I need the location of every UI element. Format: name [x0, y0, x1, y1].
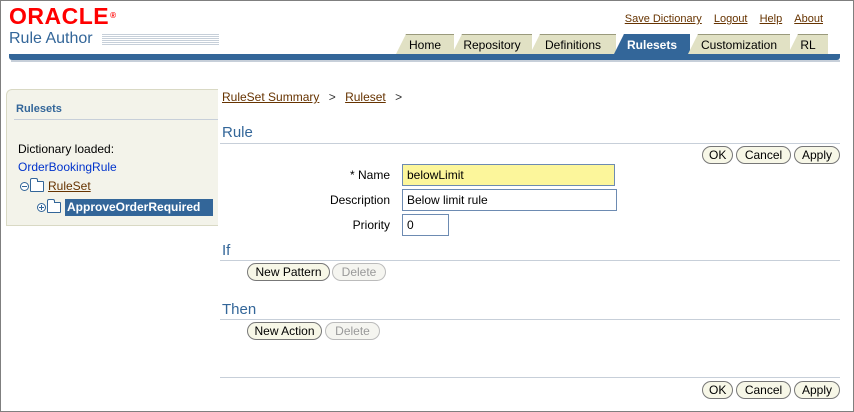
rule-section-divider — [220, 143, 840, 144]
if-section-title: If — [222, 242, 231, 259]
tab-home[interactable]: Home — [396, 34, 454, 54]
dictionary-name: OrderBookingRule — [18, 160, 117, 174]
ok-button[interactable]: OK — [702, 146, 733, 164]
dictionary-loaded-label: Dictionary loaded: — [18, 142, 115, 156]
app-title: Rule Author — [9, 30, 93, 47]
save-dictionary-link[interactable]: Save Dictionary — [625, 13, 702, 25]
folder-icon — [47, 198, 61, 213]
footer-cancel-button[interactable]: Cancel — [736, 381, 791, 399]
tree-node-ruleset: RuleSet — [20, 177, 91, 194]
rule-section-title: Rule — [222, 124, 253, 141]
name-label: * Name — [349, 168, 390, 182]
then-section-title: Then — [222, 301, 257, 318]
brand-text: ORACLE — [9, 3, 110, 29]
breadcrumb-ruleset-summary[interactable]: RuleSet Summary — [222, 90, 319, 104]
registered-mark: ® — [110, 11, 117, 20]
breadcrumb: RuleSet Summary > Ruleset > — [222, 90, 408, 104]
if-section-divider — [220, 260, 840, 261]
selected-rule-node[interactable]: ApproveOrderRequired — [65, 198, 213, 216]
collapse-icon[interactable] — [20, 181, 29, 191]
breadcrumb-separator: > — [395, 90, 403, 104]
footer-divider — [220, 377, 840, 378]
global-links: Save Dictionary Logout Help About — [616, 13, 823, 25]
cancel-button[interactable]: Cancel — [736, 146, 791, 164]
footer-apply-button[interactable]: Apply — [794, 381, 840, 399]
about-link[interactable]: About — [794, 13, 823, 25]
expand-icon[interactable] — [37, 202, 46, 212]
oracle-logo: ORACLE® — [9, 4, 117, 28]
ruleset-link[interactable]: RuleSet — [48, 179, 91, 193]
tab-repository[interactable]: Repository — [452, 34, 532, 54]
tab-underline-shadow — [11, 60, 840, 62]
sidebar-heading: Rulesets — [16, 103, 62, 115]
description-field[interactable]: Below limit rule — [402, 189, 617, 211]
tree-node-rule: ApproveOrderRequired — [37, 198, 213, 216]
description-label: Description — [329, 193, 390, 207]
title-decoration — [102, 34, 219, 45]
name-field[interactable]: belowLimit — [402, 164, 615, 186]
priority-field[interactable]: 0 — [402, 214, 449, 236]
tab-rl[interactable]: RL — [788, 34, 828, 54]
delete-pattern-button[interactable]: Delete — [332, 263, 386, 281]
priority-label: Priority — [352, 218, 390, 232]
tab-customization[interactable]: Customization — [688, 34, 790, 54]
footer-ok-button[interactable]: OK — [702, 381, 733, 399]
logout-link[interactable]: Logout — [714, 13, 748, 25]
new-pattern-button[interactable]: New Pattern — [247, 263, 330, 281]
new-action-button[interactable]: New Action — [247, 322, 322, 340]
tab-rulesets[interactable]: Rulesets — [614, 34, 690, 54]
sidebar-divider — [14, 119, 218, 120]
then-section-divider — [220, 319, 840, 320]
apply-button[interactable]: Apply — [794, 146, 840, 164]
help-link[interactable]: Help — [760, 13, 783, 25]
folder-icon — [30, 177, 44, 192]
breadcrumb-ruleset[interactable]: Ruleset — [345, 90, 386, 104]
breadcrumb-separator: > — [328, 90, 336, 104]
delete-action-button[interactable]: Delete — [325, 322, 380, 340]
tab-definitions[interactable]: Definitions — [530, 34, 616, 54]
